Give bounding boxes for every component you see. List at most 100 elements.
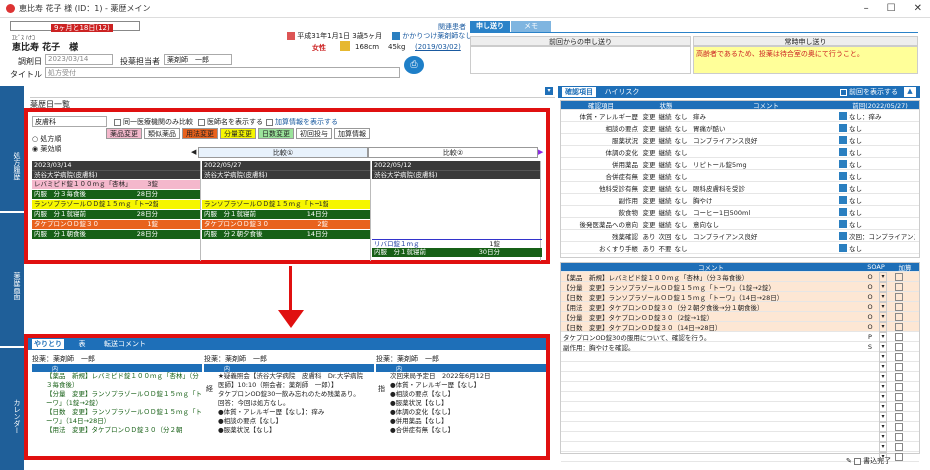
opt-doctor-name[interactable]: 医師名を表示する	[198, 117, 263, 127]
compare2-button[interactable]: 比較②	[368, 147, 538, 158]
exchange-line[interactable]: ●体質・アレルギー歴【なし】：痒み	[204, 408, 374, 417]
soap-code[interactable]: O	[861, 283, 879, 291]
history-row[interactable]: 内服 分２朝夕食後 14日分	[202, 230, 370, 239]
soap-row[interactable]: 【日数 変更】タケプロンＯＤ錠３０（14日→28日） O ▾	[561, 321, 919, 332]
exchange-line[interactable]: ●体調の変化【なし】	[376, 408, 546, 417]
state-option[interactable]: なし	[673, 159, 689, 169]
addition-checkbox[interactable]	[895, 432, 903, 441]
always-notes-area[interactable]: 高齢者であるため、投薬は待合室の奥にて行うこと。	[693, 46, 918, 74]
confirm-comment[interactable]: コンプライアンス良好	[689, 231, 839, 241]
edit-icon[interactable]	[839, 171, 847, 180]
state-option[interactable]: あり	[641, 243, 657, 253]
history-row[interactable]: ランソプラゾールＯＤ錠１５ｍｇ「トーワ」1錠	[202, 200, 370, 209]
edit-icon[interactable]	[839, 243, 847, 252]
state-option[interactable]: 変更	[641, 135, 657, 145]
addition-checkbox[interactable]	[895, 322, 903, 331]
state-option[interactable]: 変更	[641, 171, 657, 181]
soap-row[interactable]: 【日数 変更】ランソプラゾールＯＤ錠１５ｍｇ「トーワ」（14日→28日） O ▾	[561, 291, 919, 302]
soap-row[interactable]: ▾	[561, 361, 919, 372]
state-option[interactable]: なし	[673, 195, 689, 205]
tab-memo[interactable]: メモ	[511, 21, 551, 32]
state-option[interactable]: 継続	[657, 195, 673, 205]
soap-comment[interactable]: 【薬品 新規】レバミピド錠１００ｍｇ「杏林」（分３毎食後）	[561, 272, 861, 282]
pharmacist-select[interactable]: 薬剤師 一郎	[164, 54, 232, 65]
exchange-line[interactable]: 【分量 変更】ランソプラゾールＯＤ錠１５ｍｇ「トーワ」（1錠→2錠）	[32, 390, 202, 408]
history-row[interactable]: 内服 分１朝食後 28日分	[32, 230, 200, 239]
soap-code[interactable]: O	[861, 273, 879, 281]
next-arrow-icon[interactable]: ▶	[538, 148, 543, 156]
expand-icon[interactable]: ▲	[904, 87, 916, 97]
history-row[interactable]: レバミピド錠１００ｍｇ「杏林」 3錠	[32, 180, 200, 189]
addition-checkbox[interactable]	[895, 292, 903, 301]
exchange-line[interactable]: 【日数 変更】ランソプラゾールＯＤ錠１５ｍｇ「トーワ」（14日→28日）	[32, 408, 202, 426]
state-option[interactable]: 不要	[657, 243, 673, 253]
confirm-row[interactable]: おくすり手帳 あり 不要 なし なし	[561, 242, 919, 254]
state-option[interactable]: なし	[673, 207, 689, 217]
confirm-row[interactable]: 体調の変化 変更 継続 なし なし	[561, 146, 919, 158]
tab-exchange[interactable]: やりとり	[32, 339, 64, 349]
state-option[interactable]: 継続	[657, 159, 673, 169]
state-option[interactable]: 継続	[657, 147, 673, 157]
addition-checkbox[interactable]	[895, 392, 903, 401]
edit-icon[interactable]	[839, 123, 847, 132]
soap-code[interactable]: O	[861, 313, 879, 321]
addition-checkbox[interactable]	[895, 422, 903, 431]
exchange-line[interactable]: 【用法 変更】タケプロンＯＤ錠３０（分２朝	[32, 426, 202, 435]
dropdown-icon[interactable]: ▾	[879, 391, 887, 402]
dropdown-icon[interactable]: ▾	[879, 401, 887, 412]
soap-comment[interactable]: 【日数 変更】ランソプラゾールＯＤ錠１５ｍｇ「トーワ」（14日→28日）	[561, 292, 861, 302]
dropdown-icon[interactable]: ▾	[879, 351, 887, 362]
tab-confirm[interactable]: 確認項目	[562, 87, 596, 97]
addition-checkbox[interactable]	[895, 272, 903, 281]
addition-checkbox[interactable]	[895, 372, 903, 381]
addition-checkbox[interactable]	[895, 342, 903, 351]
tab-highrisk[interactable]: ハイリスク	[600, 87, 644, 97]
dropdown-icon[interactable]: ▾	[879, 301, 887, 312]
state-option[interactable]: 変更	[641, 183, 657, 193]
state-option[interactable]: なし	[673, 135, 689, 145]
confirm-comment[interactable]: コンプライアンス良好	[689, 135, 839, 145]
soap-comment[interactable]: 【用法 変更】タケプロンＯＤ錠３０（分２朝夕食後→分１朝食後）	[561, 302, 861, 312]
opt-addition[interactable]: 加算情報を表示する	[266, 117, 338, 127]
dropdown-icon[interactable]: ▾	[879, 321, 887, 332]
soap-code[interactable]: O	[861, 323, 879, 331]
addition-checkbox[interactable]	[895, 352, 903, 361]
prev-notes-area[interactable]	[470, 46, 691, 74]
state-option[interactable]: なし	[673, 219, 689, 229]
confirm-row[interactable]: 服薬状況 変更 継続 なし コンプライアンス良好 なし	[561, 134, 919, 146]
related-patient-link[interactable]: 関連患者	[438, 22, 466, 32]
state-option[interactable]: 次回	[657, 231, 673, 241]
state-option[interactable]: なし	[673, 243, 689, 253]
history-row[interactable]: タケプロンＯＤ錠３０ 2錠	[202, 220, 370, 229]
dropdown-icon[interactable]: ▾	[879, 441, 887, 452]
history-row[interactable]: タケプロンＯＤ錠３０ 1錠	[32, 220, 200, 229]
exchange-line[interactable]: ●体質・アレルギー歴【なし】	[376, 381, 546, 390]
state-option[interactable]: 変更	[641, 111, 657, 121]
sidebar-item-kusuri[interactable]: 薬歴画面	[2, 246, 22, 326]
write-done[interactable]: ✎ 書込完了	[846, 456, 891, 466]
close-icon[interactable]: ✕	[914, 3, 922, 14]
state-option[interactable]: 変更	[641, 207, 657, 217]
tab-notes[interactable]: 申し送り	[470, 21, 510, 32]
exchange-line[interactable]: ●合併症有無【なし】	[376, 426, 546, 435]
addition-checkbox[interactable]	[895, 402, 903, 411]
collapse-icon[interactable]: ▾	[545, 87, 553, 95]
state-option[interactable]: なし	[673, 123, 689, 133]
confirm-comment[interactable]: 意向なし	[689, 219, 839, 229]
confirm-row[interactable]: 飲食物 変更 継続 なし コーヒー1日500ml なし	[561, 206, 919, 218]
state-option[interactable]: あり	[641, 231, 657, 241]
soap-row[interactable]: 【薬品 新規】レバミピド錠１００ｍｇ「杏林」（分３毎食後） O ▾	[561, 271, 919, 282]
radio-efficacy[interactable]: ◉ 薬効順	[32, 144, 61, 154]
exchange-line[interactable]: ★疑義照会【渋谷大学病院 皮膚科 Dr.大学病院 医師】10:10（照会者：薬剤…	[204, 372, 374, 390]
soap-row[interactable]: 【分量 変更】ランソプラゾールＯＤ錠１５ｍｇ「トーワ」（1錠→2錠） O ▾	[561, 281, 919, 292]
state-option[interactable]: なし	[673, 111, 689, 121]
soap-code[interactable]: S	[861, 343, 879, 351]
confirm-row[interactable]: 副作用 変更 継続 なし 胸やけ なし	[561, 194, 919, 206]
exchange-line[interactable]: 【薬品 新規】レバミピド錠１００ｍｇ「杏林」（分３毎食後）	[32, 372, 202, 390]
confirm-row[interactable]: 残薬確認あり次回なしコンプライアンス良好 次回：コンプライアンス良好	[561, 230, 919, 242]
confirm-comment[interactable]: コーヒー1日500ml	[689, 207, 839, 217]
confirm-row[interactable]: 後発医薬品への意向 変更 継続 なし 意向なし なし	[561, 218, 919, 230]
addition-checkbox[interactable]	[895, 442, 903, 451]
dropdown-icon[interactable]: ▾	[879, 311, 887, 322]
soap-code[interactable]: O	[861, 293, 879, 301]
